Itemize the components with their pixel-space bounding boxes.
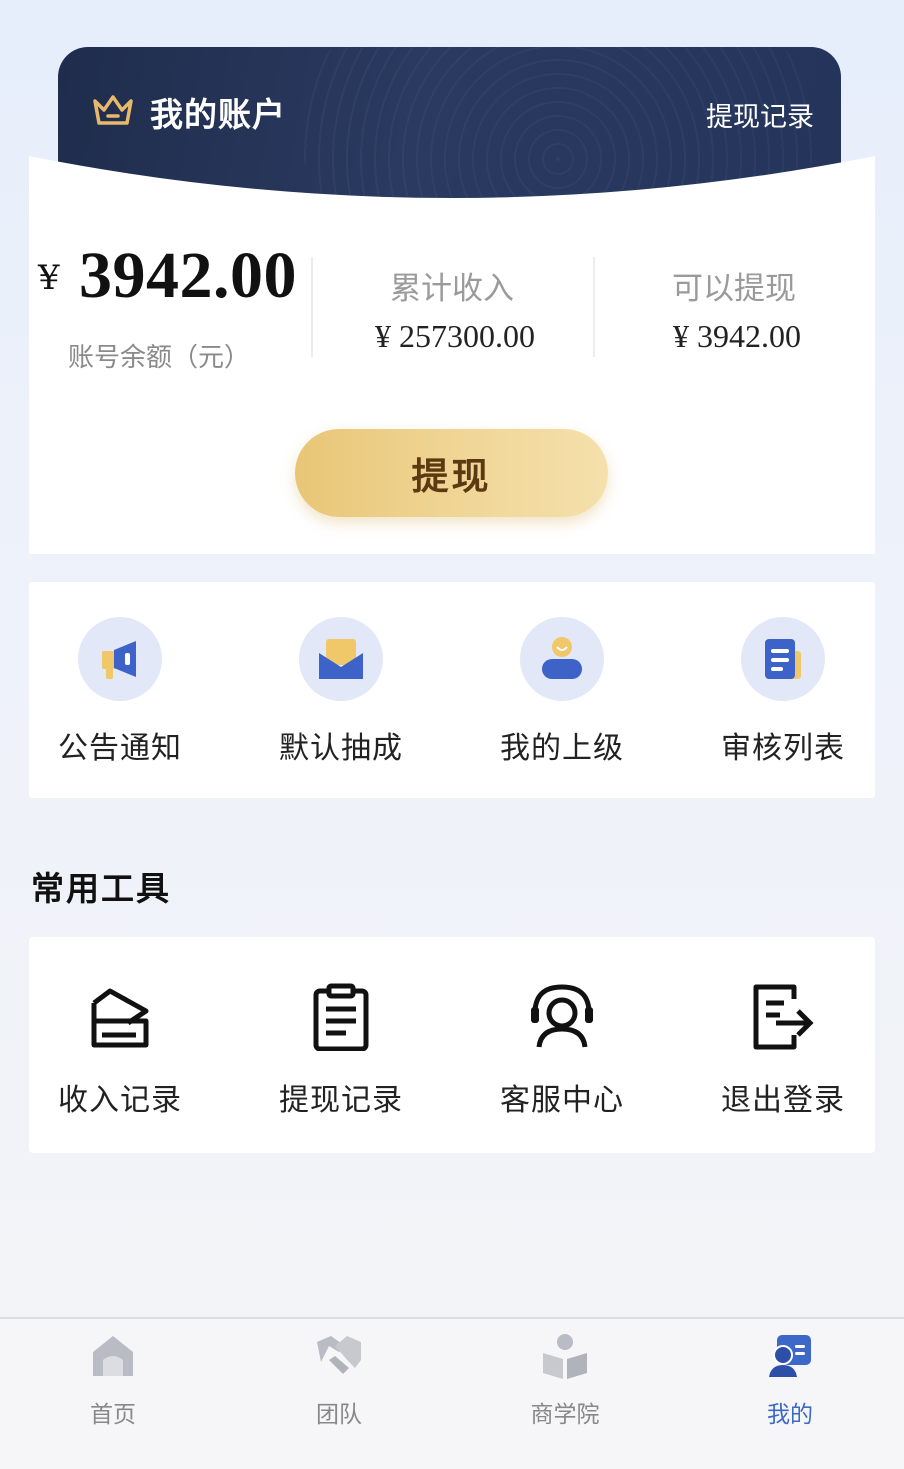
tab-label: 团队	[316, 1402, 362, 1428]
tab-label: 我的	[767, 1402, 813, 1428]
tab-label: 商学院	[530, 1402, 600, 1428]
tab-label: 首页	[90, 1402, 136, 1428]
balance-amount: 3942.00	[79, 239, 297, 312]
envelope-icon	[299, 617, 383, 701]
tool-label: 收入记录	[58, 1083, 182, 1118]
tool-label: 退出登录	[721, 1083, 845, 1118]
handshake-icon	[314, 1331, 364, 1381]
withdrawable-value: ¥ 3942.00	[673, 318, 801, 354]
tools-section-title: 常用工具	[31, 869, 171, 908]
tab-team[interactable]: 团队	[279, 1331, 399, 1429]
tab-home[interactable]: 首页	[53, 1331, 173, 1429]
tools-card: 收入记录 提现记录 客服中心 退出登录	[29, 937, 875, 1153]
clipboard-icon	[299, 975, 383, 1059]
tab-academy[interactable]: 商学院	[505, 1331, 625, 1429]
divider	[311, 257, 313, 357]
logout-icon	[741, 975, 825, 1059]
tool-withdraw-records[interactable]: 提现记录	[241, 975, 441, 1119]
person-icon	[520, 617, 604, 701]
megaphone-icon	[78, 617, 162, 701]
tool-logout[interactable]: 退出登录	[683, 975, 883, 1119]
quick-menu-label: 公告通知	[58, 731, 182, 766]
quick-menu-label: 审核列表	[721, 731, 845, 766]
withdraw-button[interactable]: 提现	[295, 429, 608, 517]
profile-icon	[765, 1331, 815, 1381]
total-income-value: ¥ 257300.00	[375, 318, 535, 354]
divider	[593, 257, 595, 357]
document-list-icon	[741, 617, 825, 701]
bottom-tab-bar: 首页 团队 商学院 我的	[0, 1317, 904, 1469]
income-box-icon	[78, 975, 162, 1059]
quick-menu-superior[interactable]: 我的上级	[462, 617, 662, 767]
quick-menu-review-list[interactable]: 审核列表	[683, 617, 883, 767]
withdrawable-label: 可以提现	[672, 271, 796, 307]
home-icon	[88, 1331, 138, 1381]
withdraw-history-link[interactable]: 提现记录	[706, 95, 814, 134]
headset-icon	[520, 975, 604, 1059]
balance-label: 账号余额（元）	[68, 343, 251, 373]
academy-icon	[540, 1331, 590, 1381]
quick-menu-card: 公告通知 默认抽成 我的上级 审核列表	[29, 582, 875, 798]
tool-customer-service[interactable]: 客服中心	[462, 975, 662, 1119]
tool-income-records[interactable]: 收入记录	[20, 975, 220, 1119]
tab-mine[interactable]: 我的	[730, 1331, 850, 1429]
quick-menu-announcements[interactable]: 公告通知	[20, 617, 220, 767]
quick-menu-commission[interactable]: 默认抽成	[241, 617, 441, 767]
tool-label: 客服中心	[500, 1083, 624, 1118]
tool-label: 提现记录	[279, 1083, 403, 1118]
quick-menu-label: 默认抽成	[279, 731, 403, 766]
quick-menu-label: 我的上级	[500, 731, 624, 766]
total-income-label: 累计收入	[390, 271, 514, 307]
crown-icon	[93, 95, 133, 125]
currency-symbol: ¥	[38, 258, 60, 298]
account-title: 我的账户	[150, 95, 286, 134]
